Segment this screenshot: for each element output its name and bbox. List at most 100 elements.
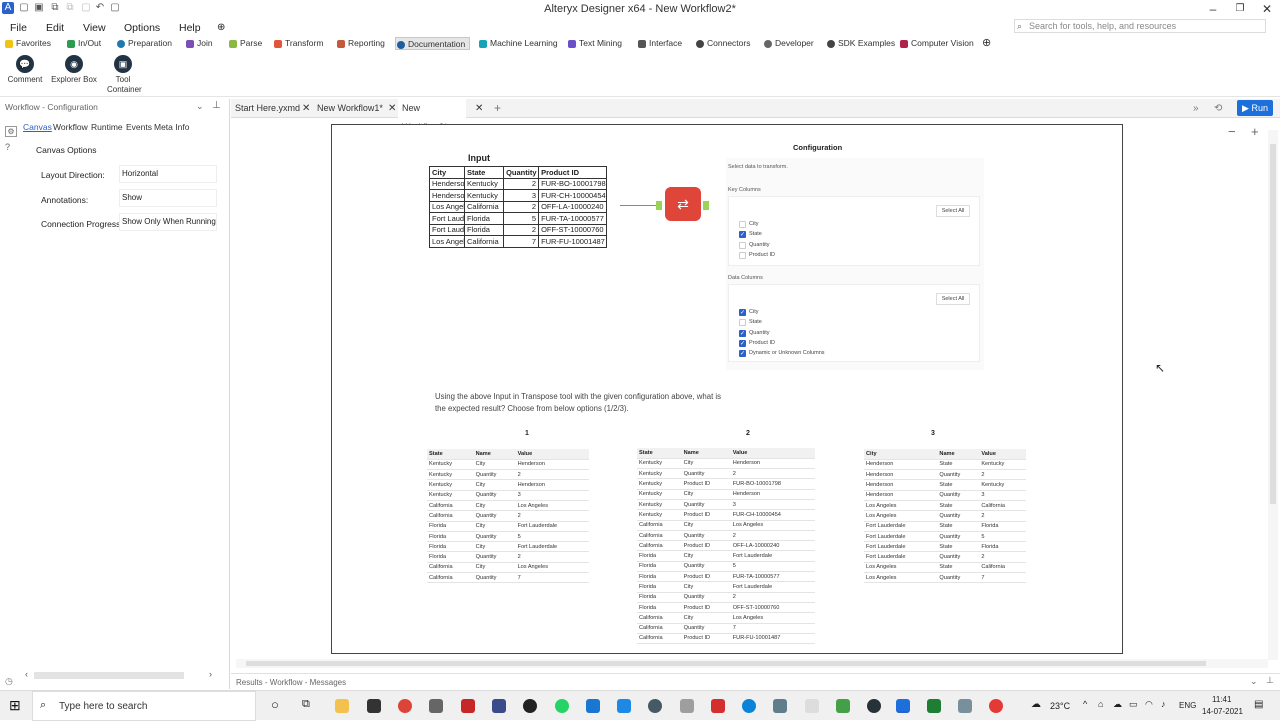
cloud-icon[interactable]: ☁	[1113, 699, 1122, 710]
taskbar-search[interactable]: ⌕ Type here to search	[32, 691, 256, 721]
clock-icon[interactable]: ◷	[5, 676, 13, 687]
tab-computer-vision[interactable]: Computer Vision	[899, 37, 974, 50]
menu-view[interactable]: View	[83, 22, 106, 34]
column-checkbox[interactable]: Quantity	[739, 241, 769, 249]
checked-icon[interactable]: ✓	[739, 339, 746, 347]
results-bar[interactable]: Results - Workflow - Messages ⌄ ⊥	[231, 673, 1280, 689]
mail-icon[interactable]	[617, 699, 631, 713]
tab-new-workflow1[interactable]: New Workflow1*	[313, 99, 387, 118]
tab-meta-info[interactable]: Meta Info	[154, 122, 189, 132]
tab-text-mining[interactable]: Text Mining	[567, 37, 622, 50]
scroll-right-icon[interactable]: ›	[209, 669, 212, 679]
clock-time[interactable]: 11:41	[1212, 695, 1231, 704]
excel-icon[interactable]	[927, 699, 941, 713]
column-checkbox[interactable]: ✓ Product ID	[739, 339, 775, 347]
close-tab-icon[interactable]: ✕	[475, 99, 483, 118]
store-icon[interactable]	[367, 699, 381, 713]
scroll-thumb[interactable]	[1270, 144, 1276, 504]
tab-transform[interactable]: Transform	[273, 37, 323, 50]
checked-icon[interactable]: ✓	[739, 309, 746, 316]
zoom-in-icon[interactable]: +	[1251, 124, 1259, 139]
windows-start-icon[interactable]: ⊞	[9, 697, 21, 714]
checked-icon[interactable]: ✓	[739, 350, 746, 358]
column-checkbox[interactable]: State	[739, 319, 762, 327]
key-select-all-button[interactable]: Select All	[936, 205, 970, 217]
connection-progress-select[interactable]: Show Only When Running	[119, 213, 217, 231]
column-checkbox[interactable]: ✓ Dynamic or Unknown Columns	[739, 350, 825, 358]
tool-container[interactable]: ▣ Tool Container	[100, 55, 146, 95]
tab-interface[interactable]: Interface	[637, 37, 682, 50]
data-select-all-button[interactable]: Select All	[936, 293, 970, 305]
column-checkbox[interactable]: City	[739, 221, 758, 228]
close-icon[interactable]: ✕	[1254, 0, 1280, 18]
tab-canvas[interactable]: Canvas	[23, 122, 52, 132]
column-checkbox[interactable]: ✓ Quantity	[739, 329, 769, 337]
tab-developer[interactable]: Developer	[763, 37, 814, 50]
close-tab-icon[interactable]: ✕	[302, 99, 310, 118]
restore-icon[interactable]: ❐	[1227, 0, 1253, 18]
app-icon[interactable]	[492, 699, 506, 713]
vertical-scrollbar[interactable]	[1268, 130, 1278, 660]
annotations-select[interactable]: Show	[119, 189, 217, 207]
minimize-icon[interactable]: –	[1200, 0, 1226, 18]
tab-in-out[interactable]: In/Out	[66, 37, 101, 50]
battery-icon[interactable]: ▭	[1129, 699, 1138, 710]
tab-parse[interactable]: Parse	[228, 37, 262, 50]
menu-edit[interactable]: Edit	[46, 22, 64, 34]
unchecked-icon[interactable]	[739, 319, 746, 327]
wifi-icon[interactable]: ◠	[1145, 699, 1153, 710]
tab-new-workflow2[interactable]: New Workflow2*	[398, 99, 466, 132]
tab-machine-learning[interactable]: Machine Learning	[478, 37, 558, 50]
close-tab-icon[interactable]: ✕	[388, 99, 396, 118]
column-checkbox[interactable]: ✓ State	[739, 231, 762, 239]
tab-runtime[interactable]: Runtime	[91, 122, 123, 132]
globe-icon[interactable]: ⊕	[217, 22, 225, 33]
app-icon[interactable]	[523, 699, 537, 713]
tool-explorer-box[interactable]: ◉ Explorer Box	[51, 55, 97, 84]
app-icon[interactable]	[836, 699, 850, 713]
pin-icon[interactable]: ⊥	[212, 100, 221, 111]
search-input[interactable]: ⌕ Search for tools, help, and resources	[1014, 19, 1266, 33]
unchecked-icon[interactable]	[739, 251, 746, 259]
notification-icon[interactable]: ▤	[1254, 699, 1263, 710]
menu-options[interactable]: Options	[124, 22, 160, 34]
horizontal-scrollbar[interactable]	[236, 659, 1268, 668]
history-icon[interactable]: ⟲	[1214, 99, 1222, 118]
app-icon[interactable]	[586, 699, 600, 713]
layout-direction-select[interactable]: Horizontal	[119, 165, 217, 183]
expand-icon[interactable]: »	[1193, 99, 1199, 118]
app-icon[interactable]	[680, 699, 694, 713]
tab-favorites[interactable]: Favorites	[4, 37, 51, 50]
pin-icon[interactable]: ⊥	[1266, 675, 1274, 686]
app-icon[interactable]	[461, 699, 475, 713]
tab-documentation[interactable]: Documentation	[395, 37, 471, 50]
transpose-tool-icon[interactable]: ⇄	[665, 187, 701, 221]
app-icon[interactable]	[805, 699, 819, 713]
whatsapp-icon[interactable]	[555, 699, 569, 713]
network-icon[interactable]: ⌂	[1098, 699, 1103, 709]
alteryx-icon[interactable]	[896, 699, 910, 713]
add-tab-icon[interactable]: +	[494, 99, 501, 118]
tab-preparation[interactable]: Preparation	[116, 37, 172, 50]
help-icon[interactable]: ?	[5, 142, 10, 152]
task-view-icon[interactable]: ⧉	[302, 698, 310, 711]
chevron-down-icon[interactable]: ⌄	[196, 101, 204, 112]
unchecked-icon[interactable]	[739, 221, 746, 228]
chevron-up-icon[interactable]: ^	[1083, 699, 1087, 709]
weather-icon[interactable]: ☁	[1031, 699, 1041, 710]
tool-comment[interactable]: 💬 Comment	[2, 55, 48, 84]
tab-workflow[interactable]: Workflow	[53, 122, 88, 132]
app-icon[interactable]	[958, 699, 972, 713]
chrome-icon[interactable]	[398, 699, 412, 713]
run-button[interactable]: ▶ Run	[1237, 100, 1273, 116]
scroll-left-icon[interactable]: ‹	[25, 669, 28, 679]
menu-file[interactable]: File	[10, 22, 27, 34]
language[interactable]: ENG	[1179, 701, 1196, 710]
app-icon[interactable]	[867, 699, 881, 713]
app-icon[interactable]	[989, 699, 1003, 713]
calculator-icon[interactable]	[773, 699, 787, 713]
checked-icon[interactable]: ✓	[739, 329, 746, 337]
zoom-out-icon[interactable]: −	[1228, 124, 1236, 139]
checked-icon[interactable]: ✓	[739, 231, 746, 239]
canvas-comment-board[interactable]: Input City State Quantity Product ID Hender…	[331, 124, 1123, 654]
